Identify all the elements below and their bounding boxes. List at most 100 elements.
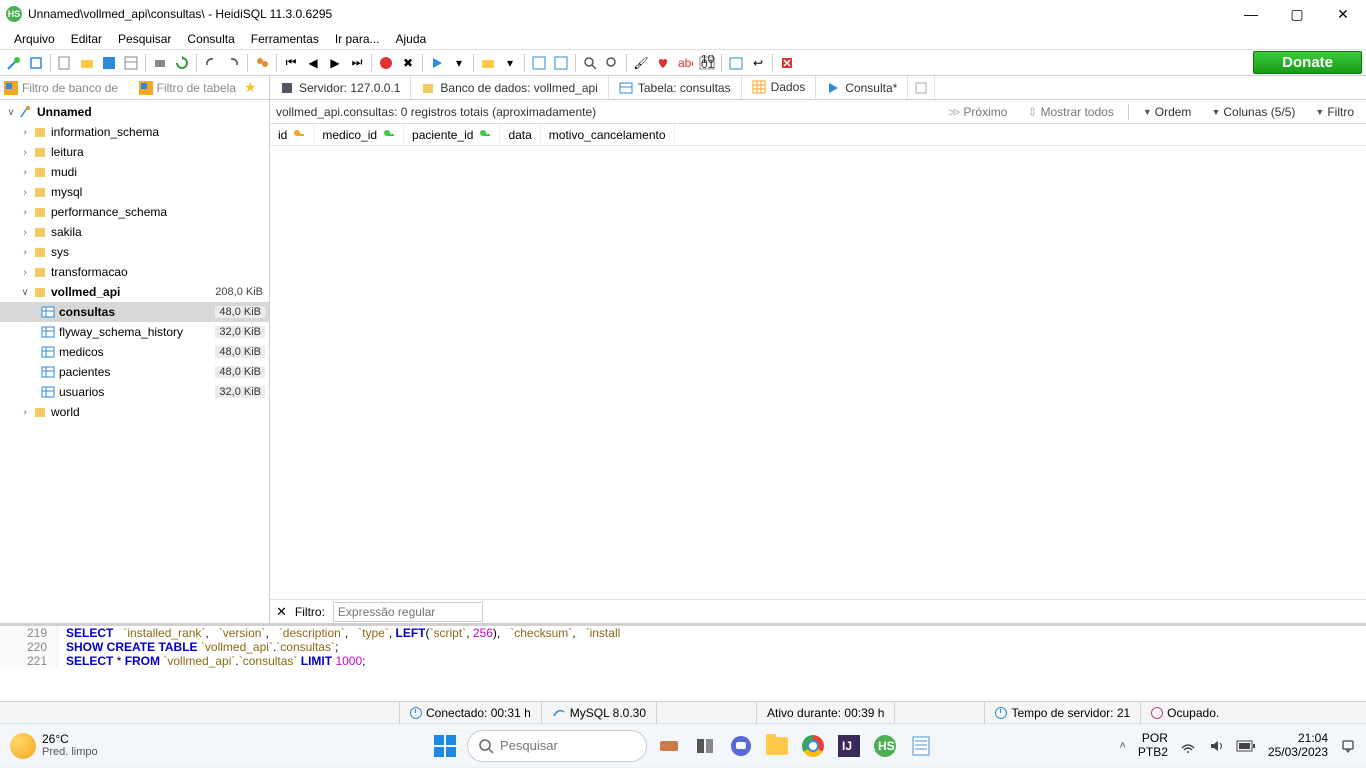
notification-icon[interactable] <box>1340 738 1356 754</box>
tool-open-icon[interactable] <box>478 53 498 73</box>
data-grid[interactable] <box>270 146 1366 599</box>
tool-dropdown-icon[interactable]: ▾ <box>449 53 469 73</box>
tab-data[interactable]: Dados <box>742 76 817 99</box>
favorite-icon[interactable]: ★ <box>244 79 257 96</box>
taskbar-chat[interactable] <box>727 732 755 760</box>
tree-db-sakila[interactable]: ›sakila <box>0 222 269 242</box>
tool-stop-icon[interactable] <box>376 53 396 73</box>
donate-button[interactable]: Donate <box>1253 51 1362 74</box>
filter-table-input[interactable]: Filtro de tabela <box>135 76 240 99</box>
tool-dropdown2-icon[interactable]: ▾ <box>500 53 520 73</box>
tool-users-icon[interactable] <box>252 53 272 73</box>
tree-table-pacientes[interactable]: pacientes48,0 KiB <box>0 362 269 382</box>
tool-exit-icon[interactable] <box>777 53 797 73</box>
tool-first-icon[interactable]: ⏮ <box>281 53 301 73</box>
tool-connect-icon[interactable] <box>4 53 24 73</box>
filter-dropdown[interactable]: ▼Filtro <box>1309 105 1360 119</box>
column-paciente_id[interactable]: paciente_id <box>404 124 500 145</box>
menu-ajuda[interactable]: Ajuda <box>388 30 435 48</box>
tree-root[interactable]: ∨ Unnamed <box>0 102 269 122</box>
tree-db-performance_schema[interactable]: ›performance_schema <box>0 202 269 222</box>
tool-prev-icon[interactable]: ◀ <box>303 53 323 73</box>
tree-db-sys[interactable]: ›sys <box>0 242 269 262</box>
menu-consulta[interactable]: Consulta <box>179 30 242 48</box>
close-button[interactable]: ✕ <box>1320 0 1366 28</box>
taskbar-intellij[interactable]: IJ <box>835 732 863 760</box>
start-button[interactable] <box>431 732 459 760</box>
menu-irpara[interactable]: Ir para... <box>327 30 388 48</box>
tree-db-transformacao[interactable]: ›transformacao <box>0 262 269 282</box>
tree-db-leitura[interactable]: ›leitura <box>0 142 269 162</box>
tab-table[interactable]: Tabela: consultas <box>609 76 742 99</box>
tree-db-mudi[interactable]: ›mudi <box>0 162 269 182</box>
tree-db-vollmed_api[interactable]: ∨ vollmed_api 208,0 KiB <box>0 282 269 302</box>
taskbar-search[interactable]: Pesquisar <box>467 730 647 762</box>
taskbar-explorer[interactable] <box>763 732 791 760</box>
tool-binary-icon[interactable]: 100010 <box>697 53 717 73</box>
tab-query[interactable]: Consulta* <box>816 76 908 99</box>
tool-refresh-icon[interactable] <box>172 53 192 73</box>
tree-db-information_schema[interactable]: ›information_schema <box>0 122 269 142</box>
tree-db-world[interactable]: › world <box>0 402 269 422</box>
tool-undo-icon[interactable] <box>201 53 221 73</box>
tool-redo-icon[interactable] <box>223 53 243 73</box>
tree-db-mysql[interactable]: ›mysql <box>0 182 269 202</box>
tool-wrap-icon[interactable]: ↩ <box>748 53 768 73</box>
column-data[interactable]: data <box>500 124 540 145</box>
tool-new-icon[interactable] <box>55 53 75 73</box>
column-id[interactable]: id <box>270 124 314 145</box>
tool-next-icon[interactable]: ▶ <box>325 53 345 73</box>
menu-editar[interactable]: Editar <box>63 30 110 48</box>
columns-dropdown[interactable]: ▼Colunas (5/5) <box>1205 105 1301 119</box>
tool-plug-icon[interactable] <box>26 53 46 73</box>
tool-calendar-icon[interactable] <box>726 53 746 73</box>
tool-find-icon[interactable] <box>602 53 622 73</box>
minimize-button[interactable]: — <box>1228 0 1274 28</box>
filter-db-input[interactable]: Filtro de banco de <box>0 76 135 99</box>
database-icon <box>32 285 48 299</box>
tool-folder-icon[interactable] <box>77 53 97 73</box>
wifi-icon[interactable] <box>1180 738 1196 754</box>
tool-save-icon[interactable] <box>99 53 119 73</box>
tree-table-medicos[interactable]: medicos48,0 KiB <box>0 342 269 362</box>
tool-run-icon[interactable] <box>427 53 447 73</box>
taskbar-weather[interactable]: 26°C Pred. limpo <box>10 733 98 759</box>
tab-new[interactable] <box>908 76 935 99</box>
column-medico_id[interactable]: medico_id <box>314 124 404 145</box>
menu-ferramentas[interactable]: Ferramentas <box>243 30 327 48</box>
menu-arquivo[interactable]: Arquivo <box>6 30 63 48</box>
next-page-button[interactable]: ≫Próximo <box>942 105 1014 119</box>
order-dropdown[interactable]: ▼Ordem <box>1137 105 1198 119</box>
tree-table-flyway_schema_history[interactable]: flyway_schema_history32,0 KiB <box>0 322 269 342</box>
show-all-button[interactable]: ⇕Mostrar todos <box>1021 105 1119 119</box>
tool-import-icon[interactable] <box>551 53 571 73</box>
menu-pesquisar[interactable]: Pesquisar <box>110 30 179 48</box>
taskbar-notepad[interactable] <box>907 732 935 760</box>
taskbar-chrome[interactable] <box>799 732 827 760</box>
tool-table-icon[interactable] <box>121 53 141 73</box>
tool-format-icon[interactable]: abc <box>675 53 695 73</box>
tab-host[interactable]: Servidor: 127.0.0.1 <box>270 76 411 99</box>
column-motivo_cancelamento[interactable]: motivo_cancelamento <box>541 124 675 145</box>
battery-icon[interactable] <box>1236 740 1256 752</box>
tool-print-icon[interactable] <box>150 53 170 73</box>
close-filter-icon[interactable]: ✕ <box>276 604 287 620</box>
filter-regex-input[interactable] <box>333 602 483 622</box>
taskbar-clock[interactable]: 21:04 25/03/2023 <box>1268 732 1328 760</box>
tool-cancel-icon[interactable]: ✖ <box>398 53 418 73</box>
tool-search-icon[interactable] <box>580 53 600 73</box>
tab-database[interactable]: Banco de dados: vollmed_api <box>411 76 608 99</box>
tool-brush-icon[interactable]: 🖌 <box>631 53 651 73</box>
tree-table-consultas[interactable]: consultas48,0 KiB <box>0 302 269 322</box>
tray-overflow[interactable]: ˄ <box>1119 740 1125 752</box>
volume-icon[interactable] <box>1208 738 1224 754</box>
tool-last-icon[interactable]: ⏭ <box>347 53 367 73</box>
maximize-button[interactable]: ▢ <box>1274 0 1320 28</box>
taskbar-taskview[interactable] <box>691 732 719 760</box>
tree-table-usuarios[interactable]: usuarios32,0 KiB <box>0 382 269 402</box>
tool-heart-icon[interactable] <box>653 53 673 73</box>
sql-log[interactable]: 219SELECT `installed_rank`, `version`, `… <box>0 623 1366 701</box>
taskbar-widgets[interactable] <box>655 732 683 760</box>
taskbar-heidisql[interactable]: HS <box>871 732 899 760</box>
tool-export-icon[interactable] <box>529 53 549 73</box>
